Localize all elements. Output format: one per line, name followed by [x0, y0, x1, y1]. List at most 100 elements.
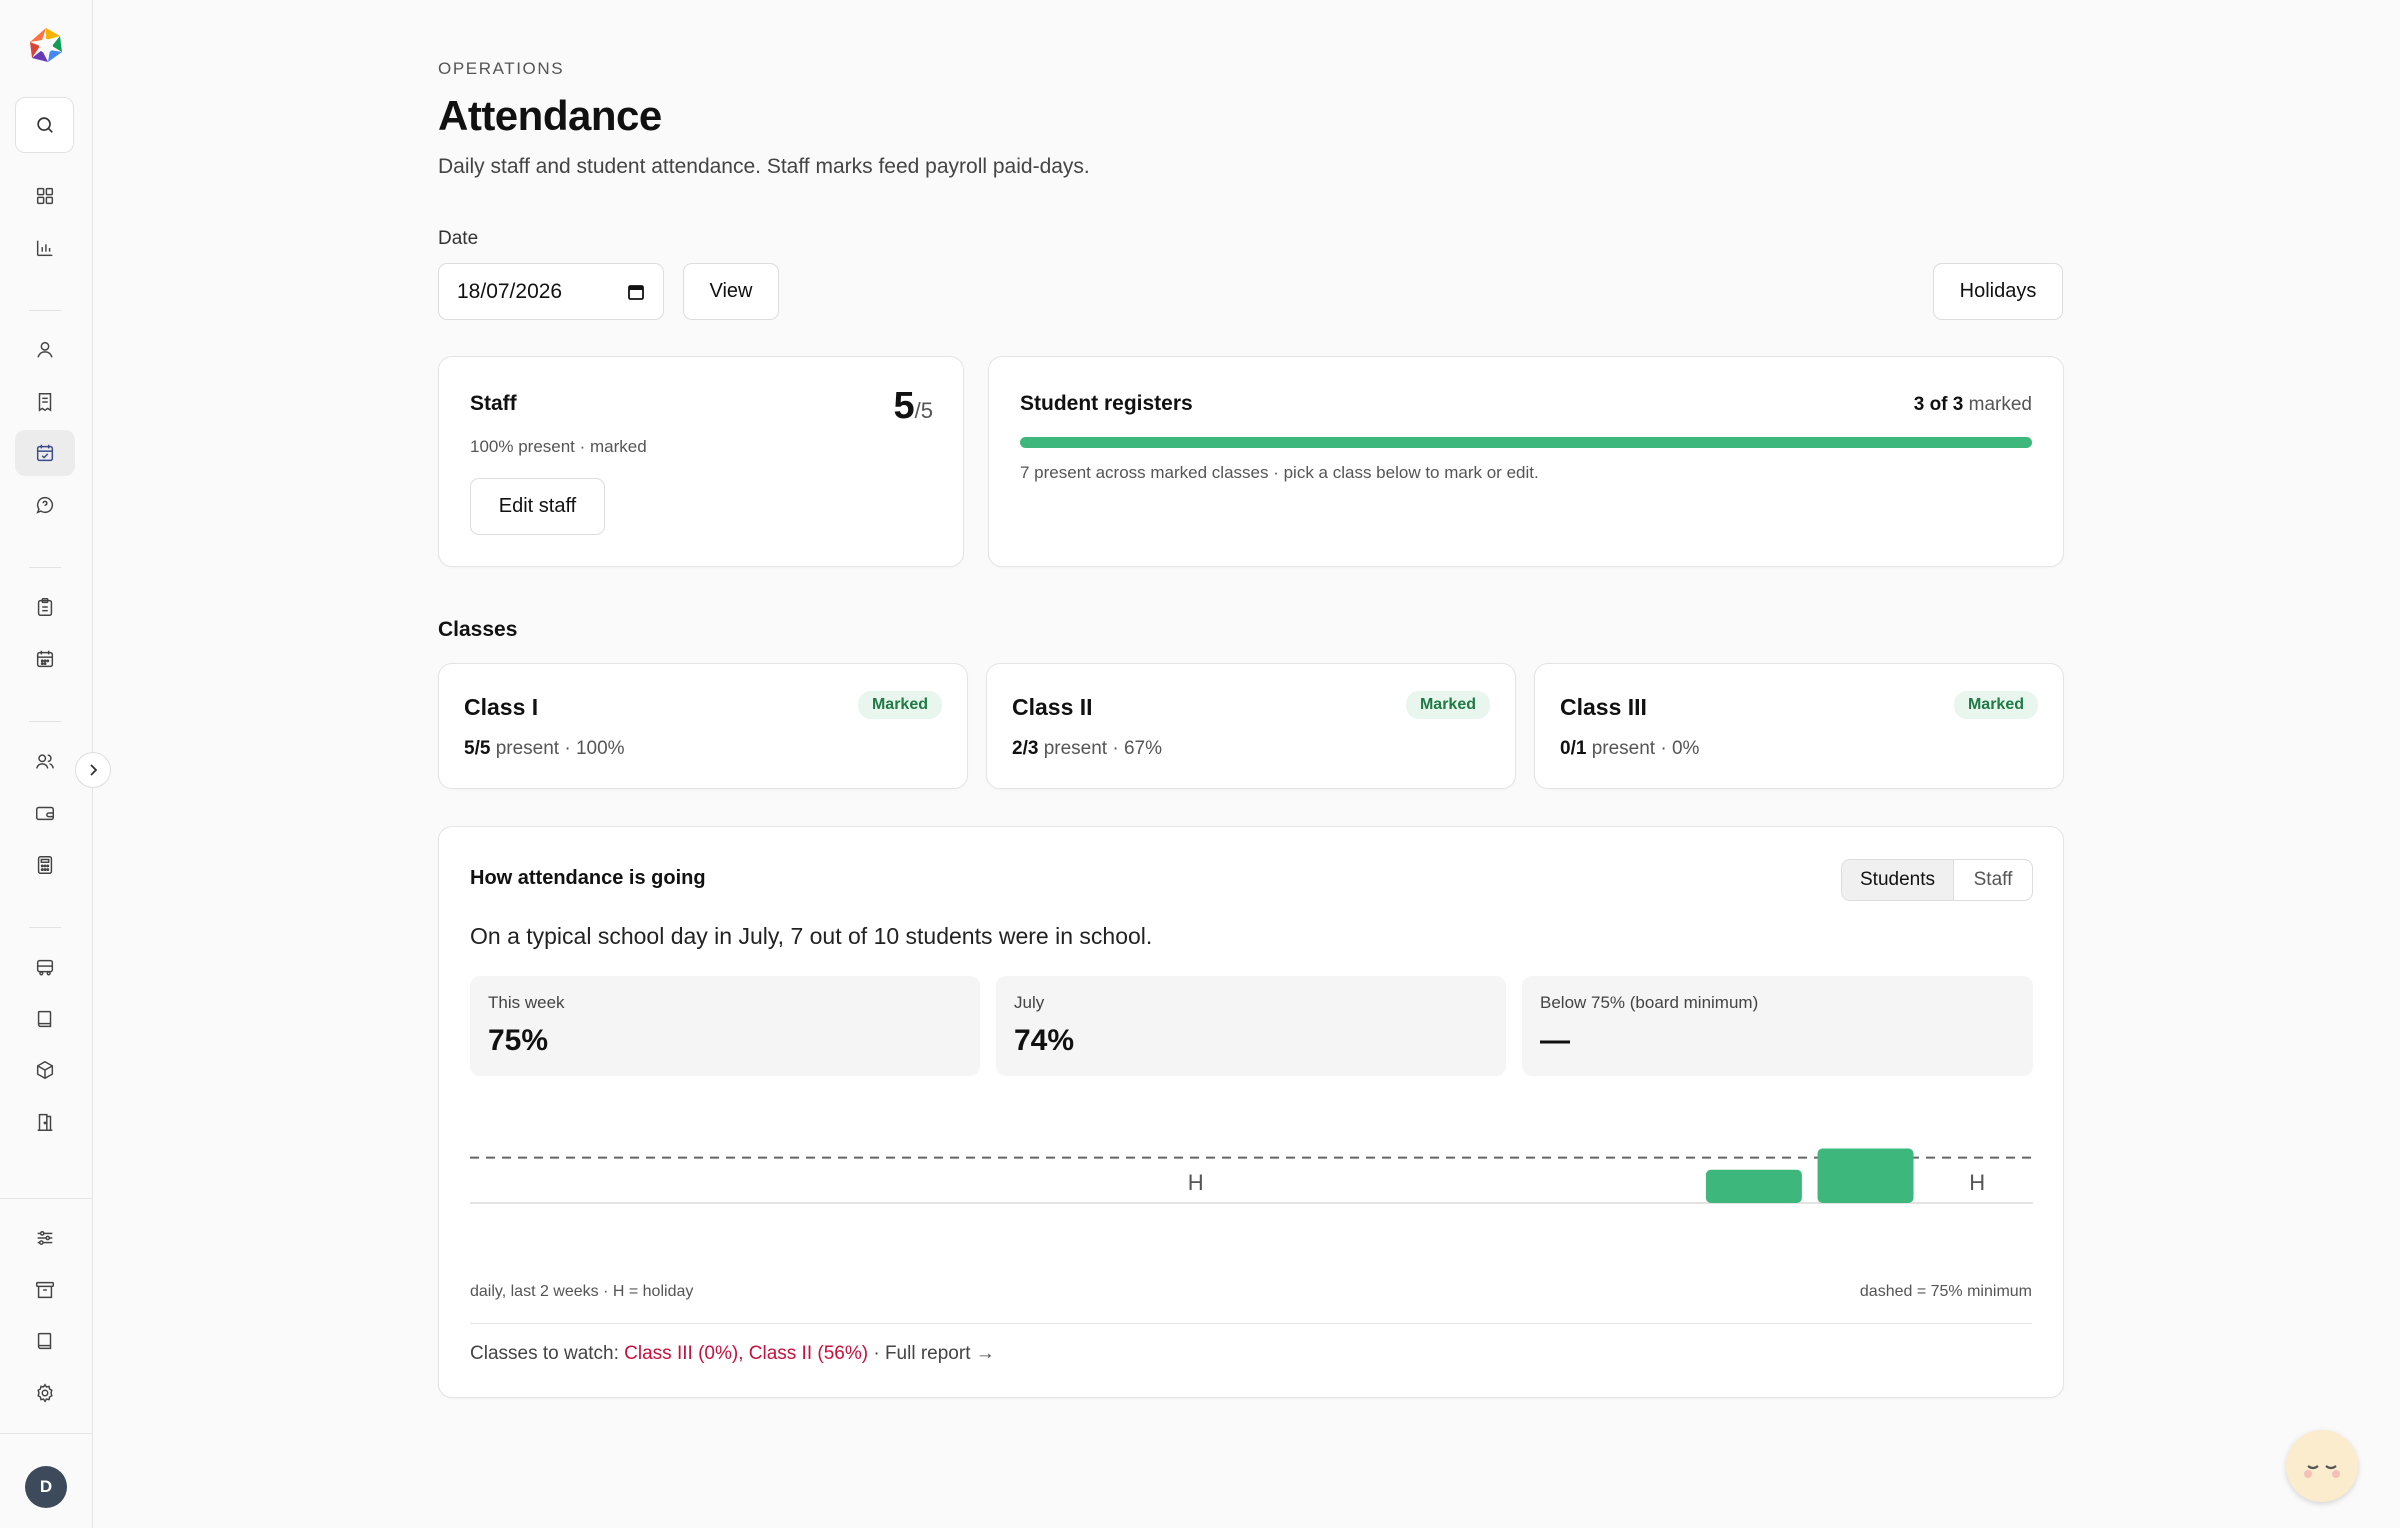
registers-marked-suffix: marked — [1963, 394, 2032, 415]
date-label: Date — [438, 228, 479, 249]
class-count: 0/1 — [1560, 738, 1587, 759]
class-card[interactable]: Class I Marked 5/5 present · 100% — [438, 663, 968, 789]
staff-present-count: 5/5 — [894, 385, 934, 428]
nav-tasks[interactable] — [15, 584, 75, 630]
nav-preferences[interactable] — [15, 1215, 75, 1261]
staff-status: 100% present · marked — [470, 437, 647, 456]
nav-fees[interactable] — [15, 379, 75, 425]
calendar-icon — [36, 650, 54, 668]
classes-title: Classes — [438, 618, 518, 641]
nav-divider — [29, 721, 61, 722]
bus-icon — [36, 959, 54, 976]
app-logo[interactable] — [25, 25, 67, 67]
stat-below-minimum: Below 75% (board minimum) — — [1522, 976, 2033, 1076]
staff-total: /5 — [914, 398, 933, 423]
chart-icon — [36, 240, 53, 257]
box-icon — [36, 1060, 54, 1080]
day-bar[interactable] — [1817, 1148, 1914, 1203]
stat-value: — — [1540, 1024, 1570, 1057]
registers-progress — [1020, 437, 2032, 448]
sliders-icon — [37, 1231, 53, 1245]
class-count: 5/5 — [464, 738, 491, 759]
class-attendance: 2/3 present · 67% — [1012, 738, 1162, 760]
class-name: Class III — [1560, 694, 1647, 720]
nav-accounts[interactable] — [15, 842, 75, 888]
nav-archive[interactable] — [15, 1267, 75, 1313]
stat-value: 74% — [1014, 1024, 1075, 1057]
holiday-marker: H — [1188, 1170, 1204, 1195]
classes-to-watch: Classes to watch: Class III (0%), Class … — [470, 1343, 995, 1365]
toggle-students[interactable]: Students — [1842, 860, 1954, 900]
staff-card: Staff 5/5 100% present · marked Edit sta… — [438, 356, 964, 567]
search-icon — [36, 117, 53, 133]
nav-messages[interactable] — [15, 482, 75, 528]
attendance-trend-card: How attendance is going Students Staff O… — [438, 826, 2064, 1398]
nav-calendar[interactable] — [15, 636, 75, 682]
receipt-icon — [38, 393, 52, 412]
chat-icon — [36, 496, 54, 514]
nav-staff[interactable] — [15, 739, 75, 785]
calculator-icon — [37, 856, 53, 874]
chart-footnote-right: dashed = 75% minimum — [1859, 1283, 2032, 1300]
search-button[interactable] — [15, 97, 74, 153]
sidebar-separator — [0, 1198, 93, 1199]
registers-note: 7 present across marked classes · pick a… — [1020, 463, 1539, 482]
trend-title: How attendance is going — [470, 867, 706, 889]
nav-dashboard[interactable] — [15, 173, 75, 219]
nav-library[interactable] — [15, 996, 75, 1042]
date-value: 18/07/2026 — [457, 279, 563, 303]
stat-label: July — [1014, 993, 1045, 1012]
staff-card-title: Staff — [470, 392, 517, 415]
nav-payroll[interactable] — [15, 790, 75, 836]
nav-docs[interactable] — [15, 1318, 75, 1364]
class-name: Class II — [1012, 694, 1093, 720]
view-button[interactable]: View — [683, 263, 779, 320]
class-name: Class I — [464, 694, 539, 720]
clipboard-icon — [37, 598, 53, 616]
class-card[interactable]: Class III Marked 0/1 present · 0% — [1534, 663, 2064, 789]
class-attendance: 0/1 present · 0% — [1560, 738, 1699, 760]
holidays-button[interactable]: Holidays — [1933, 263, 2063, 320]
sleepy-face-icon — [2304, 1465, 2340, 1478]
toggle-staff[interactable]: Staff — [1954, 860, 2032, 900]
book-icon — [37, 1010, 52, 1028]
audience-toggle: Students Staff — [1841, 859, 2033, 901]
nav-inventory[interactable] — [15, 1047, 75, 1093]
watch-classes[interactable]: Class III (0%), Class II (56%) — [624, 1343, 868, 1364]
full-report-link[interactable]: Full report → — [885, 1343, 995, 1364]
users-icon — [36, 754, 54, 769]
day-bar[interactable] — [1705, 1169, 1802, 1203]
nav-rooms[interactable] — [15, 1099, 75, 1145]
person-icon — [37, 341, 53, 358]
trend-summary: On a typical school day in July, 7 out o… — [470, 923, 1153, 949]
page-subtitle: Daily staff and student attendance. Staf… — [438, 155, 1090, 178]
page-title: Attendance — [438, 92, 662, 139]
stat-value: 75% — [488, 1024, 549, 1057]
stat-label: This week — [488, 993, 565, 1012]
nav-attendance[interactable] — [15, 430, 75, 476]
date-input[interactable]: 18/07/2026 — [438, 263, 664, 320]
chevron-right-icon — [90, 764, 98, 776]
student-registers-card: Student registers 3 of 3 marked 7 presen… — [988, 356, 2064, 567]
calendar-icon — [628, 284, 644, 300]
stat-this-week: This week 75% — [470, 976, 980, 1076]
assistant-bubble[interactable] — [2286, 1430, 2358, 1502]
chart-footnote-left: daily, last 2 weeks · H = holiday — [470, 1283, 694, 1300]
notebook-icon — [37, 1332, 52, 1350]
sidebar-expand-button[interactable] — [75, 752, 111, 788]
breadcrumb: OPERATIONS — [438, 59, 565, 78]
status-badge: Marked — [1405, 691, 1490, 719]
nav-reports[interactable] — [15, 225, 75, 271]
status-badge: Marked — [857, 691, 942, 719]
edit-staff-button[interactable]: Edit staff — [470, 478, 605, 535]
registers-progress-fill — [1020, 437, 2032, 448]
avatar[interactable]: D — [25, 1466, 67, 1508]
holiday-marker: H — [1969, 1170, 1985, 1195]
stat-month: July 74% — [996, 976, 1506, 1076]
class-card[interactable]: Class II Marked 2/3 present · 67% — [986, 663, 1516, 789]
nav-transport[interactable] — [15, 944, 75, 990]
nav-people[interactable] — [15, 327, 75, 373]
wallet-icon — [36, 806, 54, 821]
nav-settings[interactable] — [15, 1370, 75, 1416]
registers-marked-count: 3 of 3 — [1913, 394, 1964, 415]
